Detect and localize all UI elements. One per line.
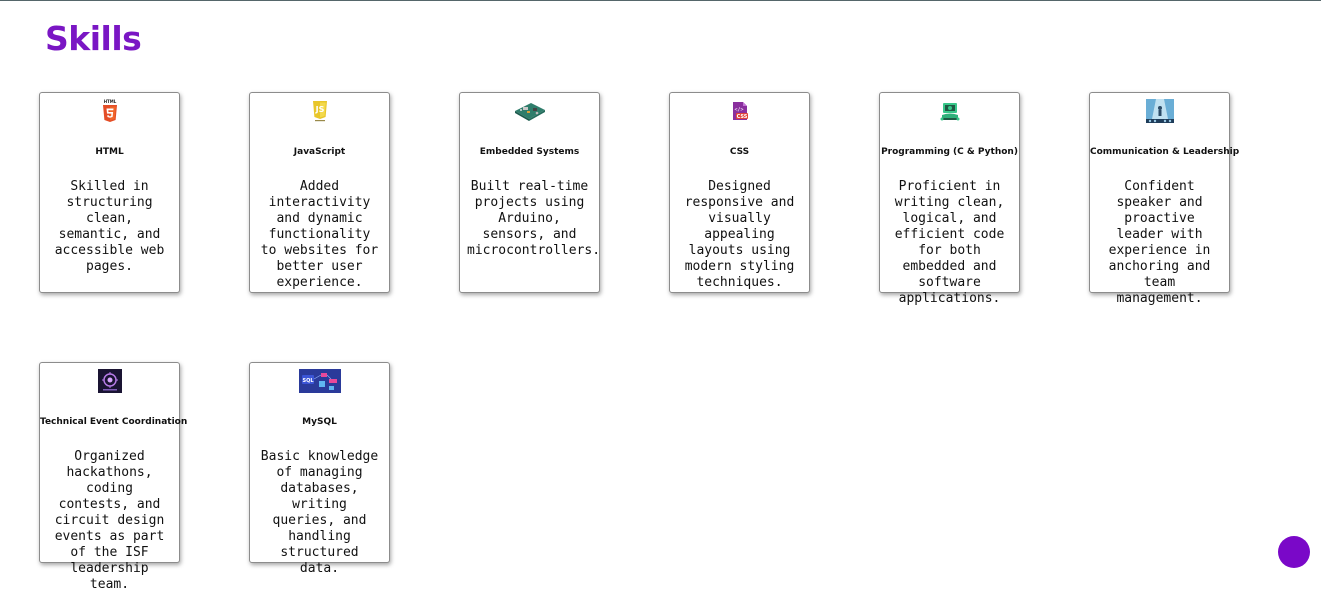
sql-icon-label: SQL — [302, 378, 314, 384]
skill-description: Proficient in writing clean, logical, an… — [894, 179, 1005, 306]
sql-database-icon: SQL — [298, 369, 341, 393]
svg-text:JS: JS — [314, 105, 324, 114]
skill-name: CSS — [729, 147, 750, 157]
skill-description: Added interactivity and dynamic function… — [260, 179, 379, 290]
section-title: Skills — [45, 19, 142, 58]
skill-card-programming: Programming (C & Python) Proficient in w… — [879, 92, 1020, 306]
speaker-stage-icon — [1145, 99, 1174, 123]
skill-description: Basic knowledge of managing databases, w… — [260, 449, 379, 576]
skill-description: Organized hackathons, coding contests, a… — [54, 449, 165, 592]
css-icon-label: CSS — [736, 114, 747, 120]
skill-card-html: HTML HTML Skilled in structuring clean, … — [39, 92, 180, 293]
skill-name: JavaScript — [293, 147, 346, 157]
skill-name: Communication & Leadership — [1090, 147, 1240, 157]
floating-action-button[interactable] — [1278, 536, 1310, 568]
programmer-icon — [938, 99, 962, 123]
skill-card-communication-leadership: Communication & Leadership Confident spe… — [1089, 92, 1240, 306]
html-icon-label: HTML — [103, 99, 116, 104]
svg-text:</>: </> — [734, 107, 743, 113]
skill-description: Confident speaker and proactive leader w… — [1108, 179, 1211, 306]
html5-icon: HTML — [101, 99, 119, 123]
javascript-icon: JS — [311, 99, 329, 123]
css3-icon: </> CSS — [730, 99, 750, 123]
skill-name: Technical Event Coordination — [40, 417, 188, 427]
circuit-board-icon — [513, 99, 547, 123]
skill-description: Skilled in structuring clean, semantic, … — [54, 179, 165, 274]
skill-card-embedded-systems: Embedded Systems Built real-time project… — [459, 92, 600, 293]
event-badge-icon — [97, 369, 122, 393]
skill-description: Designed responsive and visually appeali… — [684, 179, 795, 290]
skill-card-javascript: JS JavaScript Added interactivity and dy… — [249, 92, 390, 293]
skill-card-mysql: SQL MySQL Basic knowledge of managing da… — [249, 362, 390, 576]
skill-card-css: </> CSS CSS Designed responsive and visu… — [669, 92, 810, 293]
skill-name: MySQL — [302, 417, 337, 427]
skill-name: Embedded Systems — [479, 147, 580, 157]
skill-description: Built real-time projects using Arduino, … — [467, 179, 601, 258]
skill-card-technical-event-coordination: Technical Event Coordination Organized h… — [39, 362, 188, 592]
skill-name: Programming (C & Python) — [881, 147, 1018, 157]
skill-name: HTML — [95, 147, 124, 157]
